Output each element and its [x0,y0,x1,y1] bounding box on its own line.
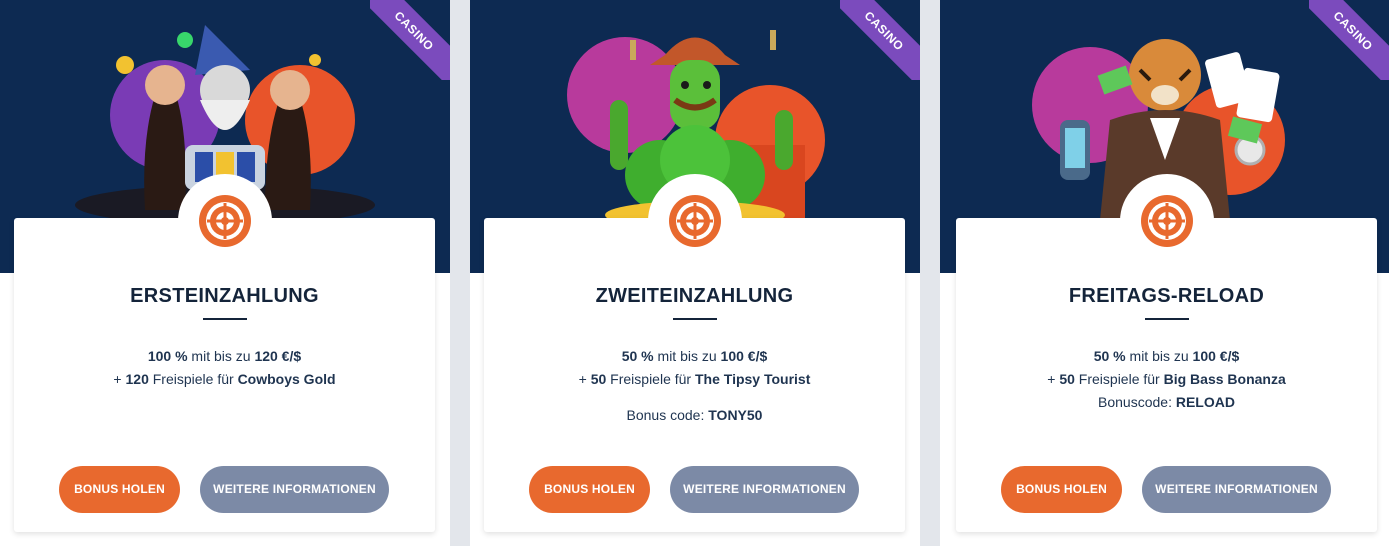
roulette-badge [177,174,272,268]
bonus-holen-button[interactable]: BONUS HOLEN [1001,466,1122,513]
column-gap [450,0,470,546]
free-spins-line: + 50 Freispiele für Big Bass Bonanza [1047,371,1286,387]
title-divider [672,318,717,320]
promo-column-first-deposit: CASINO ERSTEINZAHLUNG 100 % mit bis zu 1… [0,0,450,546]
promo-title: ERSTEINZAHLUNG [130,285,319,307]
bonus-code-line: Bonuscode: RELOAD [1098,394,1235,410]
casino-ribbon: CASINO [370,0,450,80]
casino-ribbon: CASINO [840,0,920,80]
free-spins-line: + 120 Freispiele für Cowboys Gold [113,371,336,387]
promotions-row: CASINO ERSTEINZAHLUNG 100 % mit bis zu 1… [0,0,1389,546]
roulette-wheel-icon [198,195,251,247]
casino-ribbon-label: CASINO [840,0,920,80]
promo-card: ERSTEINZAHLUNG 100 % mit bis zu 120 €/$ … [14,174,435,532]
bonus-holen-button[interactable]: BONUS HOLEN [59,466,180,513]
roulette-badge [1119,174,1214,268]
casino-ribbon-label: CASINO [1309,0,1389,80]
roulette-badge [647,174,742,268]
promo-column-friday-reload: CASINO FREITAGS-RELOAD 50 % mit bis zu 1… [940,0,1389,546]
title-divider [202,318,247,320]
promo-title: ZWEITEINZAHLUNG [595,285,794,307]
promo-column-second-deposit: CASINO ZWEITEINZAHLUNG 50 % mit bis zu 1… [470,0,920,546]
more-info-button[interactable]: WEITERE INFORMATIONEN [1142,466,1331,513]
bonus-line: 50 % mit bis zu 100 €/$ [1093,348,1240,364]
column-gap [920,0,940,546]
bonus-code-line: Bonus code: TONY50 [626,407,763,423]
more-info-button[interactable]: WEITERE INFORMATIONEN [670,466,859,513]
bonus-holen-button[interactable]: BONUS HOLEN [529,466,650,513]
promo-card: ZWEITEINZAHLUNG 50 % mit bis zu 100 €/$ … [484,174,905,532]
bonus-line: 100 % mit bis zu 120 €/$ [147,348,302,364]
roulette-wheel-icon [1140,195,1193,247]
roulette-wheel-icon [668,195,721,247]
more-info-button[interactable]: WEITERE INFORMATIONEN [200,466,389,513]
title-divider [1144,318,1189,320]
bonus-line: 50 % mit bis zu 100 €/$ [621,348,768,364]
promo-title: FREITAGS-RELOAD [1068,285,1265,307]
promo-card: FREITAGS-RELOAD 50 % mit bis zu 100 €/$ … [956,174,1377,532]
casino-ribbon: CASINO [1309,0,1389,80]
casino-ribbon-label: CASINO [370,0,450,80]
free-spins-line: + 50 Freispiele für The Tipsy Tourist [578,371,811,387]
